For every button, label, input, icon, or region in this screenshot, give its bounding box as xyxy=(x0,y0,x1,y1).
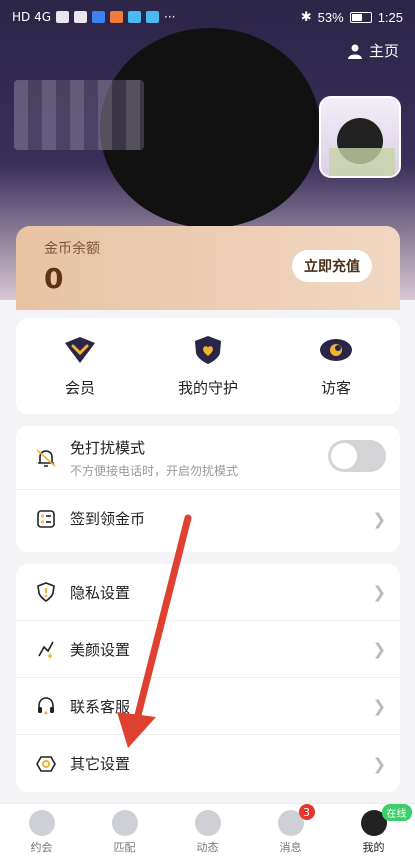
row-label: 隐私设置 xyxy=(70,583,131,602)
customer-service-row[interactable]: 联系客服 ❯ xyxy=(16,678,400,735)
battery-icon xyxy=(349,11,372,23)
nav-label: 匹配 xyxy=(113,841,136,854)
quick-action-label: 访客 xyxy=(320,378,351,397)
quick-actions: 会员 我的守护 访客 xyxy=(16,318,400,414)
recharge-button[interactable]: 立即充值 xyxy=(292,250,372,282)
chevron-right-icon: ❯ xyxy=(372,696,386,716)
coin-balance-value: 0 xyxy=(44,262,64,295)
other-settings-row[interactable]: 其它设置 ❯ xyxy=(16,735,400,792)
beauty-settings-row[interactable]: 美颜设置 ❯ xyxy=(16,621,400,678)
row-label: 联系客服 xyxy=(70,697,131,716)
shield-heart-icon xyxy=(195,335,221,364)
settings-icon xyxy=(36,755,56,772)
home-link[interactable]: 主页 xyxy=(347,40,399,61)
clock: 1:25 xyxy=(377,9,403,25)
avatar[interactable] xyxy=(319,96,401,178)
chevron-right-icon: ❯ xyxy=(372,509,386,528)
eye-icon xyxy=(320,338,352,361)
checkin-row[interactable]: 签到领金币 ❯ xyxy=(16,490,400,547)
nav-label: 约会 xyxy=(30,841,53,854)
chevron-right-icon: ❯ xyxy=(372,582,386,602)
vpn-shield-icon xyxy=(74,11,88,23)
quick-action-label: 会员 xyxy=(64,378,95,397)
quick-action-label: 我的守护 xyxy=(177,378,238,397)
planet-icon xyxy=(194,810,221,836)
privacy-settings-row[interactable]: 隐私设置 ❯ xyxy=(16,564,400,621)
battery-percent: 53% xyxy=(317,9,344,25)
blurred-username xyxy=(14,80,144,150)
home-label: 主页 xyxy=(368,42,399,60)
checkin-label: 签到领金币 xyxy=(70,510,146,528)
more-icon: ··· xyxy=(164,10,176,24)
checkin-list-icon xyxy=(37,509,55,528)
row-label: 其它设置 xyxy=(70,755,131,773)
nav-item-dating[interactable]: 约会 xyxy=(12,810,72,855)
nav-label: 消息 xyxy=(279,841,302,854)
quick-action-guard[interactable]: 我的守护 xyxy=(153,335,263,398)
quick-action-visitors[interactable]: 访客 xyxy=(281,335,391,398)
privacy-shield-icon xyxy=(37,582,55,602)
nav-item-moments[interactable]: 动态 xyxy=(178,810,238,855)
chevron-right-icon: ❯ xyxy=(372,754,386,773)
vip-icon xyxy=(65,336,95,363)
beauty-icon xyxy=(38,641,54,659)
status-icons-left: HD 4G ··· xyxy=(12,10,175,24)
app-notification-icon xyxy=(110,11,124,23)
nav-label: 动态 xyxy=(196,841,219,854)
dnd-row[interactable]: 免打扰模式 不方便接电话时，开启勿扰模式 xyxy=(16,426,400,490)
dnd-label: 免打扰模式 xyxy=(70,438,146,457)
nav-item-me[interactable]: 在线 我的 xyxy=(344,804,412,855)
network-text: HD 4G xyxy=(12,10,52,24)
nav-item-messages[interactable]: 3 消息 xyxy=(261,804,321,855)
row-label: 美颜设置 xyxy=(70,640,131,659)
status-icons-right: ✱ 53% 1:25 xyxy=(301,9,403,25)
unread-badge: 3 xyxy=(298,804,315,820)
headset-icon xyxy=(38,697,54,715)
person-icon xyxy=(347,44,362,59)
wifi-icon xyxy=(56,11,70,23)
bell-icon xyxy=(36,448,56,467)
coin-balance-card: 金币余额 0 立即充值 xyxy=(16,226,400,310)
settings-group-more: 隐私设置 ❯ 美颜设置 ❯ 联系客服 ❯ 其它设置 ❯ xyxy=(16,564,400,792)
dating-icon xyxy=(28,810,55,836)
nav-label: 我的 xyxy=(362,841,385,854)
app-notification-icon xyxy=(128,11,142,23)
app-notification-icon xyxy=(146,11,160,23)
app-notification-icon xyxy=(92,11,106,23)
dnd-toggle[interactable] xyxy=(328,440,386,472)
online-tag: 在线 xyxy=(381,804,412,821)
bottom-nav: 约会 匹配 动态 3 消息 在线 我的 xyxy=(0,803,415,861)
nav-item-match[interactable]: 匹配 xyxy=(95,810,155,855)
bluetooth-icon: ✱ xyxy=(300,9,312,24)
match-heart-icon xyxy=(111,810,138,836)
dnd-description: 不方便接电话时，开启勿扰模式 xyxy=(70,463,239,478)
settings-group-general: 免打扰模式 不方便接电话时，开启勿扰模式 签到领金币 ❯ xyxy=(16,426,400,552)
quick-action-vip[interactable]: 会员 xyxy=(25,335,135,398)
coin-balance-label: 金币余额 xyxy=(44,241,100,257)
chevron-right-icon: ❯ xyxy=(372,639,386,659)
